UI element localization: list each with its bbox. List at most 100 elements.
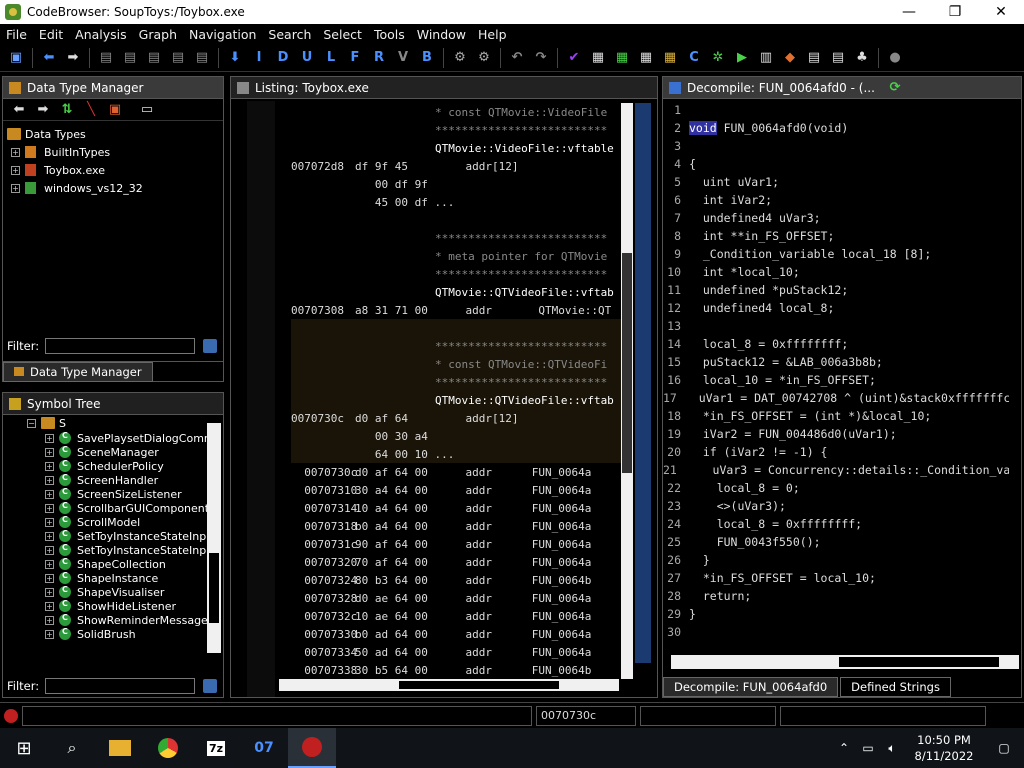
expand-icon[interactable]: + <box>45 615 54 625</box>
decompile-line[interactable]: 23 <>(uVar3); <box>663 497 1009 515</box>
decompile-line[interactable]: 17 uVar1 = DAT_00742708 ^ (uint)&stack0x… <box>663 389 1009 407</box>
listing-line[interactable]: 00707320 70 af 64 00 addr FUN_0064a <box>291 553 621 571</box>
menu-tools[interactable]: Tools <box>368 27 411 42</box>
decompile-line[interactable]: 29} <box>663 605 1009 623</box>
listing-scrollbar[interactable] <box>621 103 633 679</box>
listing-line[interactable]: ************************** <box>291 229 621 247</box>
expand-icon[interactable]: + <box>45 559 54 569</box>
decompile-line[interactable]: 26 } <box>663 551 1009 569</box>
scroll-thumb[interactable] <box>209 553 219 623</box>
symbol-tree-item[interactable]: + ShowHideListener <box>27 599 223 613</box>
listing-line[interactable]: ************************** <box>291 121 621 139</box>
ghidra-taskbar-icon[interactable] <box>288 728 336 768</box>
chrome-icon[interactable] <box>144 728 192 768</box>
symbol-tree-item[interactable]: + SetToyInstanceStateInp <box>27 543 223 557</box>
minimize-button[interactable]: — <box>886 0 932 24</box>
expand-icon[interactable]: + <box>11 165 20 175</box>
check-icon[interactable]: ✔ <box>564 48 584 68</box>
decompile-line[interactable]: 1 <box>663 101 1009 119</box>
diamond-icon[interactable]: ◆ <box>780 48 800 68</box>
decompile-line[interactable]: 21 uVar3 = Concurrency::details::_Condit… <box>663 461 1009 479</box>
redo-icon[interactable]: ↷ <box>531 48 551 68</box>
listing-line[interactable]: * const QTMovie::VideoFile <box>291 103 621 121</box>
windows-start-icon[interactable]: ⊞ <box>0 728 48 768</box>
symbol-tree-item[interactable]: + ScreenHandler <box>27 473 223 487</box>
table-icon[interactable]: ▤ <box>804 48 824 68</box>
expand-icon[interactable]: + <box>45 461 54 471</box>
symbol-tree-item[interactable]: + ScrollModel <box>27 515 223 529</box>
tab-data-type-manager[interactable]: Data Type Manager <box>3 361 153 382</box>
listing-line[interactable]: 0070730c d0 af 64 00 addr FUN_0064a <box>291 463 621 481</box>
graph-icon[interactable]: ✲ <box>708 48 728 68</box>
symbol-tree-item[interactable]: + ShapeVisualiser <box>27 585 223 599</box>
decompile-line[interactable]: 13 <box>663 317 1009 335</box>
menu-search[interactable]: Search <box>262 27 317 42</box>
disassemble-F-button[interactable]: F <box>345 48 365 68</box>
listing-line[interactable]: 00707318 b0 a4 64 00 addr FUN_0064a <box>291 517 621 535</box>
selected-token[interactable]: void <box>689 121 717 135</box>
window-icon[interactable]: ▦ <box>588 48 608 68</box>
decompile-line[interactable]: 27 *in_FS_OFFSET = local_10; <box>663 569 1009 587</box>
network-icon[interactable]: ▭ <box>856 728 880 768</box>
nav-icon[interactable]: ▤ <box>96 48 116 68</box>
disassemble-D-button[interactable]: D <box>273 48 293 68</box>
decompile-line[interactable]: 12 undefined4 local_8; <box>663 299 1009 317</box>
listing-line[interactable]: ************************** <box>291 265 621 283</box>
tool-icon[interactable]: ⚙ <box>474 48 494 68</box>
refresh-icon[interactable]: ⟳ <box>885 78 905 98</box>
expand-icon[interactable]: + <box>11 183 20 193</box>
menu-window[interactable]: Window <box>411 27 472 42</box>
decompile-line[interactable]: 25 FUN_0043f550(); <box>663 533 1009 551</box>
app-icon[interactable]: 07 <box>240 728 288 768</box>
filter-icon[interactable]: ╲ <box>81 100 101 120</box>
disassemble-R-button[interactable]: R <box>369 48 389 68</box>
expand-icon[interactable]: + <box>45 629 54 639</box>
listing-line[interactable]: QTMovie::QTVideoFile::vftab <box>291 391 621 409</box>
decompile-line[interactable]: 28 return; <box>663 587 1009 605</box>
expand-icon[interactable]: + <box>45 587 54 597</box>
symbol-tree-item[interactable]: + SetToyInstanceStateInp <box>27 529 223 543</box>
decompile-line[interactable]: 20 if (iVar2 != -1) { <box>663 443 1009 461</box>
decompile-line[interactable]: 5 uint uVar1; <box>663 173 1009 191</box>
help-icon[interactable]: ● <box>885 48 905 68</box>
tree-item-toybox[interactable]: + Toybox.exe <box>7 161 223 179</box>
disassemble-U-button[interactable]: U <box>297 48 317 68</box>
decompile-line[interactable]: 15 puStack12 = &LAB_006a3b8b; <box>663 353 1009 371</box>
decompile-line[interactable]: 30 <box>663 623 1009 641</box>
symbol-tree-item[interactable]: + SceneManager <box>27 445 223 459</box>
tray-up-arrow-icon[interactable]: ⌃ <box>832 728 856 768</box>
expand-icon[interactable]: + <box>45 601 54 611</box>
undo-icon[interactable]: ↶ <box>507 48 527 68</box>
disassemble-B-button[interactable]: B <box>417 48 437 68</box>
symbol-tree-scrollbar[interactable] <box>207 423 221 653</box>
decompile-line[interactable]: 7 undefined4 uVar3; <box>663 209 1009 227</box>
symbol-tree-item[interactable]: + ScreenSizeListener <box>27 487 223 501</box>
arrange-icon[interactable]: ⇅ <box>57 100 77 120</box>
table-icon[interactable]: ▤ <box>828 48 848 68</box>
expand-icon[interactable]: + <box>45 573 54 583</box>
clock[interactable]: 10:50 PM 8/11/2022 <box>904 732 984 764</box>
scroll-thumb[interactable] <box>399 681 559 689</box>
expand-icon[interactable]: + <box>45 545 54 555</box>
listing-line[interactable]: 64 00 10 ... <box>291 445 621 463</box>
listing-line[interactable]: 00707334 50 ad 64 00 addr FUN_0064a <box>291 643 621 661</box>
decompile-line[interactable]: 16 local_10 = *in_FS_OFFSET; <box>663 371 1009 389</box>
listing-line[interactable]: 45 00 df ... <box>291 193 621 211</box>
expand-icon[interactable]: + <box>45 489 54 499</box>
tree-item-windows[interactable]: + windows_vs12_32 <box>7 179 223 197</box>
run-icon[interactable]: ▶ <box>732 48 752 68</box>
listing-line[interactable]: ************************** <box>291 373 621 391</box>
menu-navigation[interactable]: Navigation <box>183 27 262 42</box>
menu-help[interactable]: Help <box>472 27 513 42</box>
window-icon[interactable]: ▦ <box>636 48 656 68</box>
menu-analysis[interactable]: Analysis <box>69 27 133 42</box>
listing-line[interactable]: QTMovie::VideoFile::vftable <box>291 139 621 157</box>
tool-icon[interactable]: ⚙ <box>450 48 470 68</box>
expand-icon[interactable]: + <box>45 447 54 457</box>
disassemble-L-button[interactable]: L <box>321 48 341 68</box>
symbol-tree-item[interactable]: + ShapeCollection <box>27 557 223 571</box>
decompile-line[interactable]: 9 _Condition_variable local_18 [8]; <box>663 245 1009 263</box>
disassemble-I-button[interactable]: I <box>249 48 269 68</box>
collapse-icon[interactable]: ▭ <box>137 100 157 120</box>
nav-icon[interactable]: ▤ <box>120 48 140 68</box>
